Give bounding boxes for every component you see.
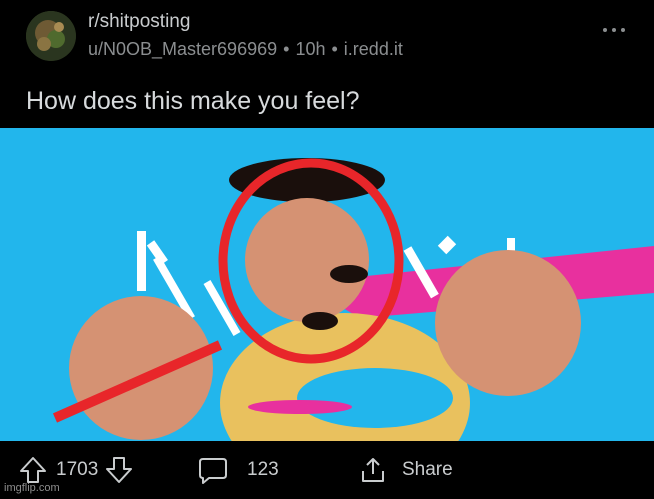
eye: [330, 265, 368, 283]
post-meta: u/N0OB_Master696969 • 10h • i.redd.it: [88, 39, 403, 60]
motion-mark: [137, 231, 146, 291]
comment-icon: [199, 458, 227, 484]
right-head: [435, 250, 581, 396]
center-head: [245, 198, 369, 322]
subreddit-name[interactable]: r/shitposting: [88, 11, 190, 33]
upvote-icon: [20, 457, 46, 483]
downvote-button[interactable]: [104, 455, 134, 485]
subreddit-avatar[interactable]: [26, 11, 76, 61]
post-title[interactable]: How does this make you feel?: [26, 87, 360, 116]
left-head: [69, 296, 213, 440]
comments-button[interactable]: 123: [197, 453, 279, 487]
mouth: [302, 312, 338, 330]
more-options-icon: [603, 28, 625, 32]
meta-separator: •: [283, 39, 290, 59]
meta-separator: •: [331, 39, 338, 59]
share-icon: [362, 458, 384, 482]
upvote-button[interactable]: [18, 455, 48, 485]
post-actions-bar: 1703 123 Share: [0, 441, 654, 499]
donut-hole: [297, 368, 453, 428]
more-options-button[interactable]: [600, 24, 628, 44]
downvote-icon: [106, 457, 133, 483]
donut-stripe: [248, 400, 352, 414]
vote-count: 1703: [56, 459, 99, 480]
post-image[interactable]: [0, 128, 654, 441]
post-header: r/shitposting u/N0OB_Master696969 • 10h • i.…: [0, 0, 654, 70]
share-label: Share: [402, 459, 453, 480]
imgflip-watermark: imgflip.com: [4, 482, 60, 494]
share-button[interactable]: Share: [358, 453, 453, 487]
avatar-image: [26, 11, 76, 61]
author-name[interactable]: u/N0OB_Master696969: [88, 39, 277, 59]
post-age: 10h: [295, 39, 326, 59]
post-domain[interactable]: i.redd.it: [344, 39, 403, 59]
comment-count: 123: [247, 459, 279, 480]
meme-illustration: [0, 128, 654, 441]
